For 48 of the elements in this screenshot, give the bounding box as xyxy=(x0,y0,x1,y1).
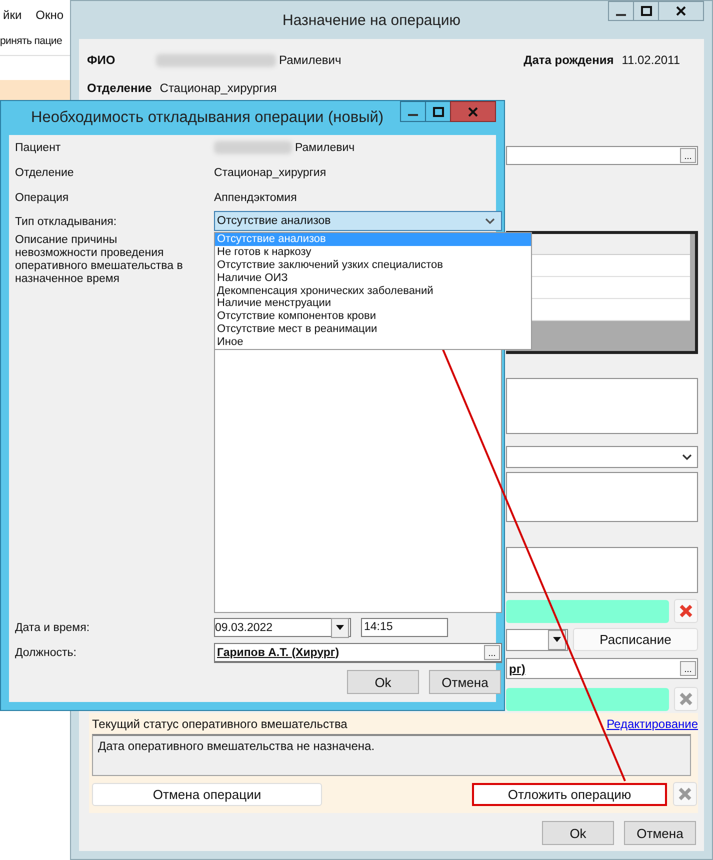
field-label: Отделение xyxy=(15,166,75,178)
field-value: Рамилевич xyxy=(295,142,355,154)
schedule-button[interactable]: Расписание xyxy=(573,628,698,651)
toolbar-button[interactable]: ринять пацие xyxy=(0,35,62,47)
birth-date: 11.02.2011 xyxy=(622,53,680,67)
input-field[interactable]: Гарипов А.Т. (Хирург) ... xyxy=(214,643,502,663)
dropdown-option[interactable]: Наличие ОИЗ xyxy=(215,272,531,285)
field-label: Пациент xyxy=(15,142,62,154)
dropdown-option[interactable]: Наличие менструации xyxy=(215,297,531,310)
time-field[interactable]: 14:15 xyxy=(361,618,448,637)
cancel-button[interactable]: Отмена xyxy=(624,821,696,845)
department-name: Стационар_хирургия xyxy=(160,81,277,95)
field-label: Отделение xyxy=(87,81,152,95)
menu-item[interactable]: Окно xyxy=(36,8,64,30)
ok-button[interactable]: Ok xyxy=(542,821,614,845)
window-title: Назначение на операцию xyxy=(282,12,460,28)
menu-item[interactable]: йки xyxy=(3,8,22,30)
postpone-button[interactable]: Отложить операцию xyxy=(472,782,667,806)
edit-link[interactable]: Редактирование xyxy=(606,717,698,733)
date-field[interactable]: 09.03.2022 xyxy=(214,618,351,637)
field-value: Аппендэктомия xyxy=(214,192,297,204)
window-title: Необходимость откладывания операции (новый) xyxy=(31,109,384,127)
status-text: Дата оперативного вмешательства не назначена. xyxy=(92,734,691,776)
section-title: Текущий статус оперативного вмешательства xyxy=(92,717,348,733)
dropdown-option[interactable]: Отсутствие компонентов крови xyxy=(215,310,531,324)
cancel-operation-button[interactable]: Отмена операции xyxy=(92,782,322,806)
cancel-button[interactable]: Отмена xyxy=(429,670,501,694)
field-label: Должность: xyxy=(15,647,78,659)
patient-name: Рамилевич xyxy=(279,53,342,67)
field-label: Дата рождения xyxy=(524,53,614,67)
dropdown-option[interactable]: Декомпенсация хронических заболеваний xyxy=(215,284,531,298)
input-field[interactable]: ... xyxy=(506,146,698,165)
dropdown-option[interactable]: Не готов к наркозу xyxy=(215,246,531,259)
field-value: Стационар_хирургия xyxy=(214,166,326,178)
dropdown-option[interactable]: Отсутствие мест в реанимации xyxy=(215,323,531,336)
browse-button[interactable]: ... xyxy=(680,661,696,676)
input-field[interactable]: рг) ... xyxy=(506,658,698,679)
dropdown[interactable]: Отсутствие анализов xyxy=(214,211,502,231)
browse-button[interactable]: ... xyxy=(484,645,500,660)
ok-button[interactable]: Ok xyxy=(347,670,419,694)
dropdown-option[interactable]: Иное xyxy=(215,336,531,350)
field-label: Описание причины невозможности проведения оперативного вмешательства в назначенное время xyxy=(15,234,184,286)
field-label: ФИО xyxy=(87,53,116,67)
field-label: Тип откладывания: xyxy=(15,216,118,228)
browse-button[interactable]: ... xyxy=(680,148,696,163)
field-label: Дата и время: xyxy=(15,622,91,634)
dropdown-option[interactable]: Отсутствие заключений узких специалистов xyxy=(215,258,531,272)
field-label: Операция xyxy=(15,192,70,204)
